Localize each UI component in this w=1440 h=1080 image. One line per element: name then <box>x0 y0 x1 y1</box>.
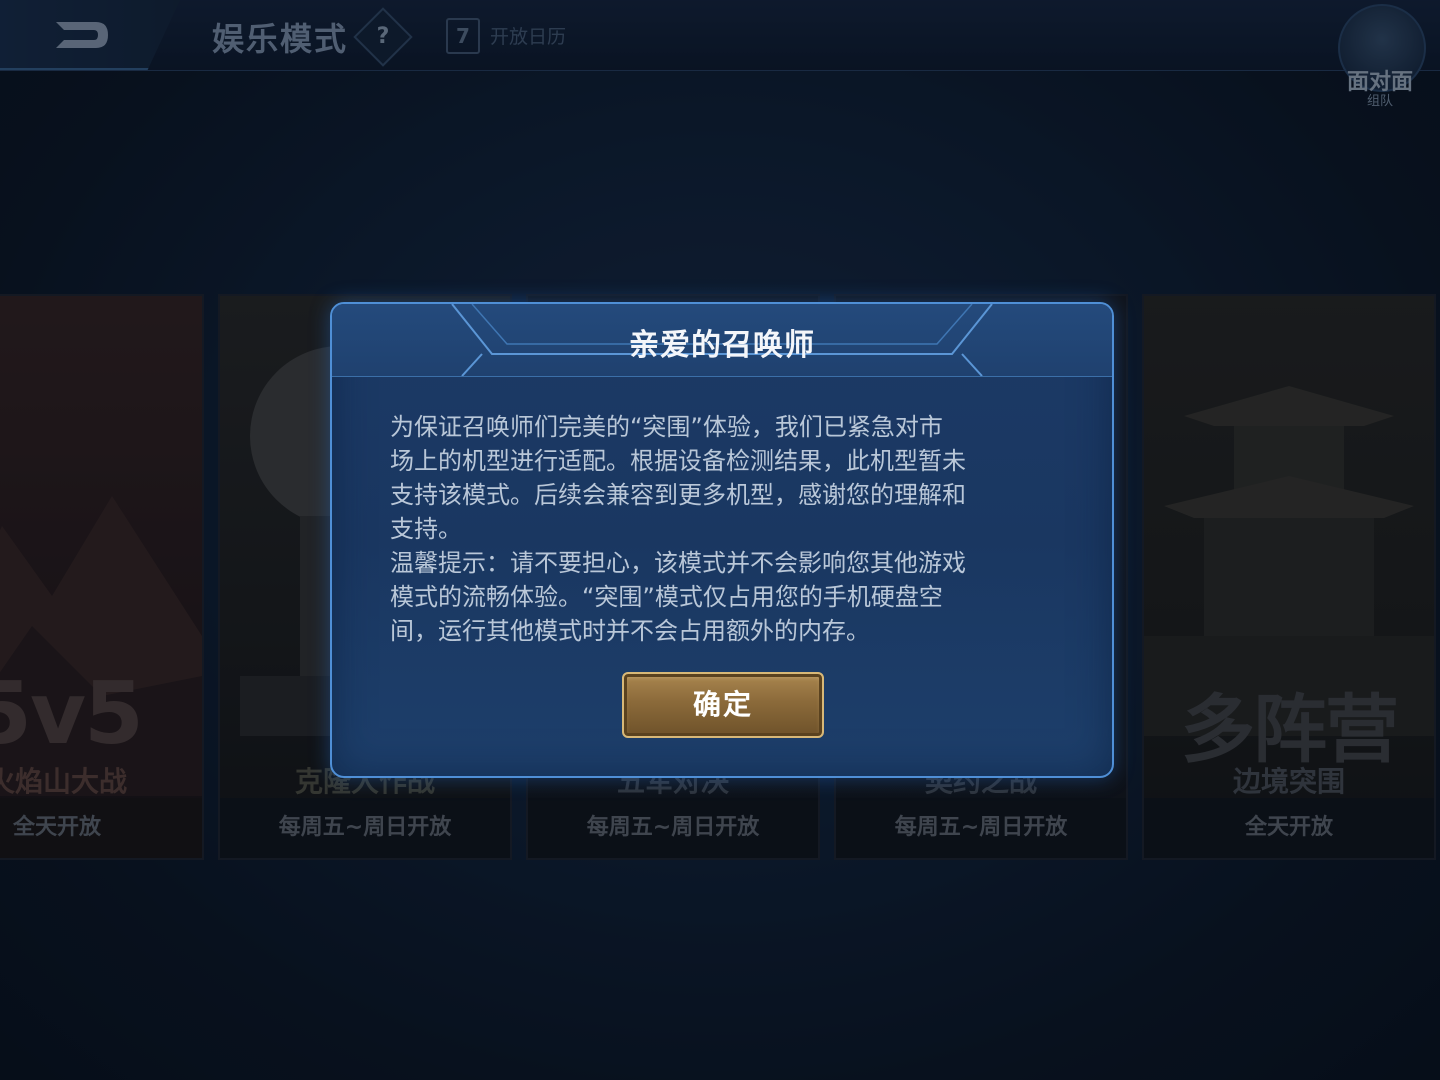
message-line: 支持。 <box>390 515 462 543</box>
message-line: 为保证召唤师们完美的“突围”体验，我们已紧急对市 <box>390 413 943 441</box>
notice-dialog: 亲爱的召唤师 为保证召唤师们完美的“突围”体验，我们已紧急对市 场上的机型进行适… <box>330 302 1114 778</box>
dialog-header: 亲爱的召唤师 <box>332 304 1112 377</box>
message-line: 模式的流畅体验。“突围”模式仅占用您的手机硬盘空 <box>390 583 943 611</box>
message-line: 温馨提示：请不要担心，该模式并不会影响您其他游戏 <box>390 549 966 577</box>
dialog-title: 亲爱的召唤师 <box>629 328 815 363</box>
game-screen: 娱乐模式 ? 7 开放日历 面对面 组队 5v5 火焰山大战 全天开放 5 克隆… <box>0 0 1440 1080</box>
dialog-message: 为保证召唤师们完美的“突围”体验，我们已紧急对市 场上的机型进行适配。根据设备检… <box>390 410 1050 648</box>
confirm-button[interactable]: 确定 <box>622 672 824 738</box>
message-line: 间，运行其他模式时并不会占用额外的内存。 <box>390 617 870 645</box>
message-line: 场上的机型进行适配。根据设备检测结果，此机型暂未 <box>390 447 966 475</box>
message-line: 支持该模式。后续会兼容到更多机型，感谢您的理解和 <box>390 481 966 509</box>
